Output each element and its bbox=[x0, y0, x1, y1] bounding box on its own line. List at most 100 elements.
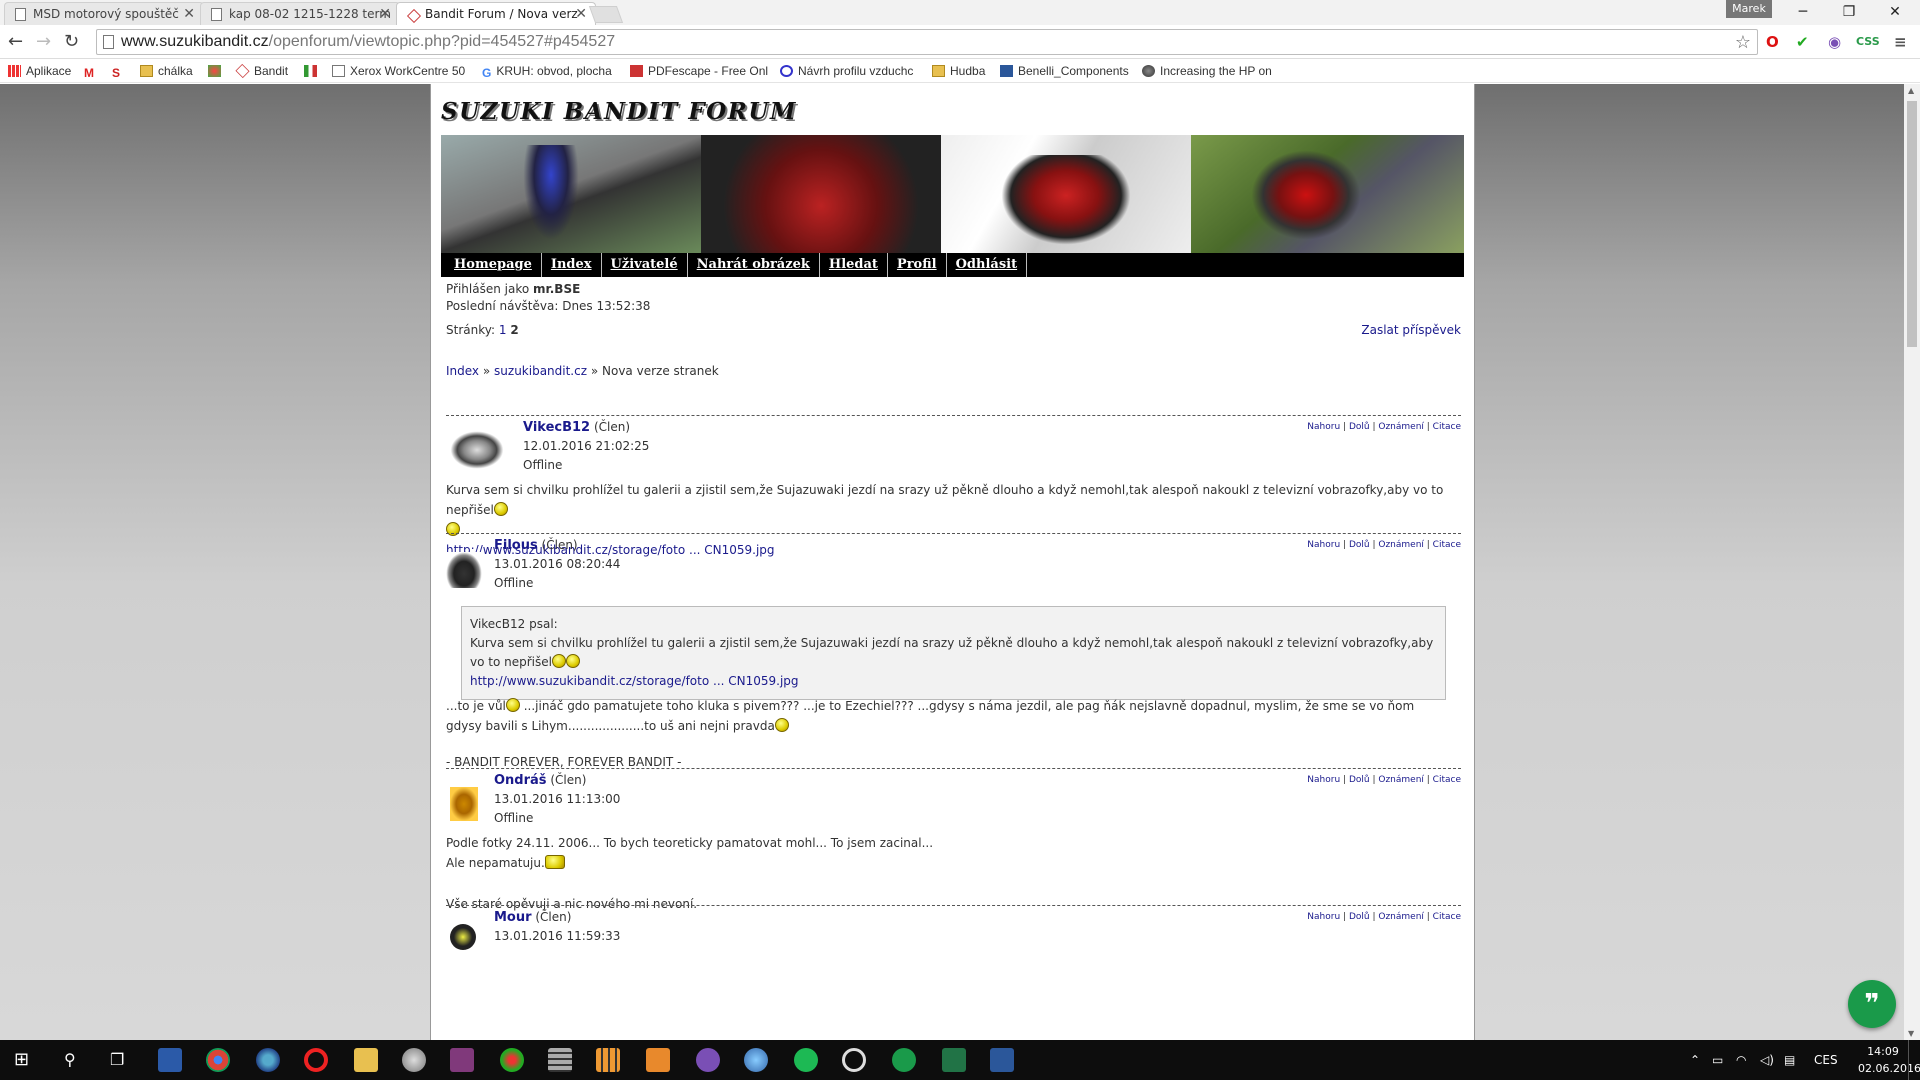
action-down[interactable]: Dolů bbox=[1349, 775, 1370, 785]
quote-link[interactable]: http://www.suzukibandit.cz/storage/foto … bbox=[470, 674, 799, 688]
minimize-icon[interactable]: ─ bbox=[1780, 0, 1826, 25]
close-icon[interactable]: ✕ bbox=[183, 3, 195, 25]
bookmark-apps[interactable]: Aplikace bbox=[8, 62, 71, 80]
bookmark-bandit[interactable]: Bandit bbox=[235, 62, 288, 80]
nav-index[interactable]: Index bbox=[542, 253, 602, 277]
bookmark-star-icon[interactable]: ☆ bbox=[1735, 32, 1751, 53]
nav-profile[interactable]: Profil bbox=[888, 253, 947, 277]
menu-icon[interactable]: ≡ bbox=[1894, 33, 1907, 51]
opera-extension-icon[interactable]: O bbox=[1766, 33, 1779, 51]
file-explorer-icon[interactable] bbox=[354, 1048, 378, 1072]
app-icon-light-blue[interactable] bbox=[744, 1048, 768, 1072]
profile-badge[interactable]: Marek bbox=[1726, 0, 1772, 18]
action-up[interactable]: Nahoru bbox=[1307, 775, 1340, 785]
spotify-icon[interactable] bbox=[794, 1048, 818, 1072]
checkmark-extension-icon[interactable]: ✔ bbox=[1796, 33, 1809, 51]
bookmark-benelli[interactable]: Benelli_Components bbox=[1000, 62, 1129, 80]
viber-icon[interactable] bbox=[696, 1048, 720, 1072]
action-report[interactable]: Oznámení bbox=[1378, 540, 1424, 550]
action-report[interactable]: Oznámení bbox=[1378, 422, 1424, 432]
volume-icon[interactable]: ◁) bbox=[1760, 1040, 1774, 1080]
close-window-icon[interactable]: ✕ bbox=[1872, 0, 1918, 25]
action-up[interactable]: Nahoru bbox=[1307, 912, 1340, 922]
avatar[interactable] bbox=[450, 924, 476, 950]
bookmark-pdfescape[interactable]: PDFescape - Free Onl bbox=[630, 62, 768, 80]
forum-logo-title[interactable]: SUZUKI BANDIT FORUM bbox=[441, 98, 797, 125]
nav-logout[interactable]: Odhlásit bbox=[947, 253, 1028, 277]
search-icon[interactable]: ⚲ bbox=[64, 1040, 76, 1080]
task-view-icon[interactable]: ❐ bbox=[110, 1040, 124, 1080]
action-down[interactable]: Dolů bbox=[1349, 422, 1370, 432]
bookmark-flower[interactable] bbox=[208, 62, 226, 80]
action-up[interactable]: Nahoru bbox=[1307, 422, 1340, 432]
tab-bandit-forum[interactable]: Bandit Forum / Nova verz ✕ bbox=[396, 2, 596, 25]
excel-icon[interactable] bbox=[942, 1048, 966, 1072]
forward-icon[interactable]: → bbox=[36, 32, 51, 52]
avatar[interactable] bbox=[446, 428, 508, 472]
action-report[interactable]: Oznámení bbox=[1378, 775, 1424, 785]
scroll-thumb[interactable] bbox=[1907, 101, 1917, 347]
breadcrumb-forum[interactable]: suzukibandit.cz bbox=[494, 364, 587, 378]
tab-msd[interactable]: MSD motorový spouštěč ✕ bbox=[4, 2, 204, 25]
post-author[interactable]: Mour bbox=[494, 910, 532, 925]
close-icon[interactable]: ✕ bbox=[379, 3, 391, 25]
pdf-app-icon[interactable] bbox=[646, 1048, 670, 1072]
scroll-down-icon[interactable]: ▼ bbox=[1908, 1029, 1914, 1038]
nav-users[interactable]: Uživatelé bbox=[602, 253, 688, 277]
battery-icon[interactable]: ▭ bbox=[1712, 1040, 1723, 1080]
close-icon[interactable]: ✕ bbox=[575, 3, 587, 25]
windows-start-icon[interactable]: ⊞ bbox=[14, 1040, 29, 1080]
word-icon[interactable] bbox=[990, 1048, 1014, 1072]
action-quote[interactable]: Citace bbox=[1433, 775, 1461, 785]
calculator-icon[interactable] bbox=[548, 1048, 572, 1072]
opera-icon[interactable] bbox=[304, 1048, 328, 1072]
post-author[interactable]: VikecB12 bbox=[523, 420, 590, 435]
app-icon-blue[interactable] bbox=[256, 1048, 280, 1072]
page-scrollbar[interactable]: ▲ ▼ bbox=[1904, 84, 1920, 1040]
url-text[interactable]: www.suzukibandit.cz/openforum/viewtopic.… bbox=[121, 33, 615, 51]
avatar[interactable] bbox=[450, 787, 478, 821]
page-1-link[interactable]: 1 bbox=[499, 323, 507, 337]
nav-homepage[interactable]: Homepage bbox=[445, 253, 542, 277]
back-icon[interactable]: ← bbox=[8, 32, 23, 52]
avatar[interactable] bbox=[446, 552, 482, 588]
chrome-icon[interactable] bbox=[206, 1048, 230, 1072]
bookmark-increasing-hp[interactable]: Increasing the HP on bbox=[1142, 62, 1272, 80]
reload-icon[interactable]: ↻ bbox=[64, 32, 79, 52]
nav-search[interactable]: Hledat bbox=[820, 253, 888, 277]
tab-kap[interactable]: kap 08-02 1215-1228 term ✕ bbox=[200, 2, 400, 25]
action-report[interactable]: Oznámení bbox=[1378, 912, 1424, 922]
system-clock[interactable]: 14:09 02.06.2016 bbox=[1858, 1043, 1920, 1077]
chat-app-icon[interactable] bbox=[892, 1048, 916, 1072]
chat-bubble-button[interactable]: ❞ bbox=[1848, 980, 1896, 1028]
post-author[interactable]: Filous bbox=[494, 538, 538, 553]
app-grid-icon[interactable] bbox=[596, 1048, 620, 1072]
show-desktop-button[interactable] bbox=[1908, 1040, 1920, 1080]
css-extension-icon[interactable]: CSS bbox=[1856, 33, 1880, 51]
bookmark-xerox[interactable]: Xerox WorkCentre 50 bbox=[332, 62, 465, 80]
action-up[interactable]: Nahoru bbox=[1307, 540, 1340, 550]
sync-icon[interactable] bbox=[842, 1048, 866, 1072]
bookmark-navrh[interactable]: Návrh profilu vzduchc bbox=[780, 62, 913, 80]
bookmark-hudba[interactable]: Hudba bbox=[932, 62, 985, 80]
bookmark-flag[interactable] bbox=[304, 62, 322, 80]
action-down[interactable]: Dolů bbox=[1349, 912, 1370, 922]
post-reply-link[interactable]: Zaslat příspěvek bbox=[1361, 323, 1461, 337]
nav-upload-image[interactable]: Nahrát obrázek bbox=[688, 253, 820, 277]
bookmark-s[interactable]: S bbox=[112, 62, 125, 80]
language-indicator[interactable]: CES bbox=[1814, 1040, 1838, 1080]
bookmark-kruh[interactable]: G KRUH: obvod, plocha bbox=[482, 62, 612, 80]
action-quote[interactable]: Citace bbox=[1433, 540, 1461, 550]
app-icon-gray[interactable] bbox=[402, 1048, 426, 1072]
save-app-icon[interactable] bbox=[158, 1048, 182, 1072]
action-quote[interactable]: Citace bbox=[1433, 912, 1461, 922]
wifi-icon[interactable]: ◠ bbox=[1736, 1040, 1746, 1080]
address-bar[interactable]: www.suzukibandit.cz/openforum/viewtopic.… bbox=[96, 29, 1758, 55]
app-icon-green[interactable] bbox=[500, 1048, 524, 1072]
post-author[interactable]: Ondráš bbox=[494, 773, 547, 788]
tray-chevron-icon[interactable]: ⌃ bbox=[1690, 1040, 1700, 1080]
page-info-icon[interactable] bbox=[103, 35, 114, 49]
onenote-icon[interactable] bbox=[450, 1048, 474, 1072]
notification-icon[interactable]: ▤ bbox=[1784, 1040, 1795, 1080]
action-quote[interactable]: Citace bbox=[1433, 422, 1461, 432]
